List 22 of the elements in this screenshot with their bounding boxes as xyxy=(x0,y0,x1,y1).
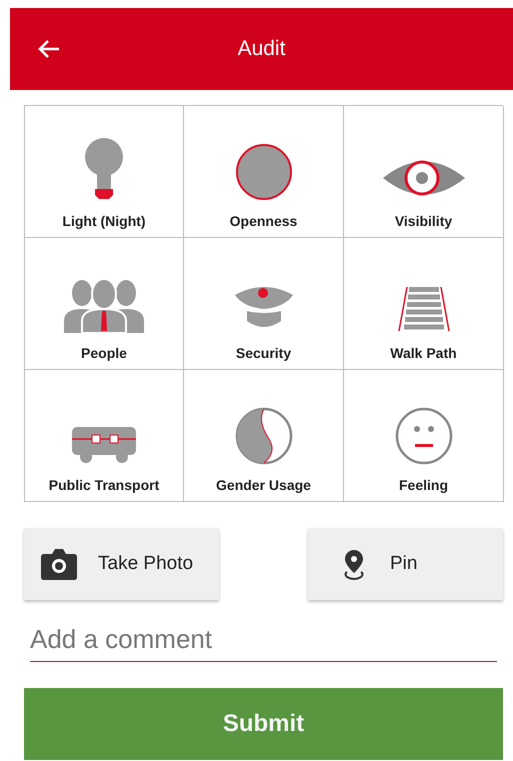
page-title: Audit xyxy=(238,37,286,61)
camera-icon xyxy=(40,548,78,580)
category-tile[interactable]: Gender Usage xyxy=(184,370,344,502)
bus-icon xyxy=(72,427,136,465)
category-tile[interactable]: Public Transport xyxy=(25,370,184,502)
category-tile[interactable]: Feeling xyxy=(344,370,504,502)
location-pin-icon xyxy=(342,548,366,580)
pin-button[interactable]: Pin xyxy=(308,528,503,600)
category-tile[interactable]: Openness xyxy=(184,106,344,238)
back-arrow-icon xyxy=(38,39,60,59)
brick-path-icon xyxy=(396,285,450,333)
category-tile[interactable]: Security xyxy=(184,238,344,370)
category-tile[interactable]: Walk Path xyxy=(344,238,504,370)
take-photo-button[interactable]: Take Photo xyxy=(24,528,219,600)
comment-field[interactable]: Add a comment xyxy=(30,624,497,662)
category-tile[interactable]: Visibility xyxy=(344,106,504,238)
category-tile[interactable]: People xyxy=(25,238,184,370)
circle-icon xyxy=(234,143,292,201)
category-tile[interactable]: Light (Night) xyxy=(25,106,184,238)
neutral-face-icon xyxy=(394,407,452,465)
people-icon xyxy=(64,279,144,333)
yin-yang-icon xyxy=(234,407,292,465)
